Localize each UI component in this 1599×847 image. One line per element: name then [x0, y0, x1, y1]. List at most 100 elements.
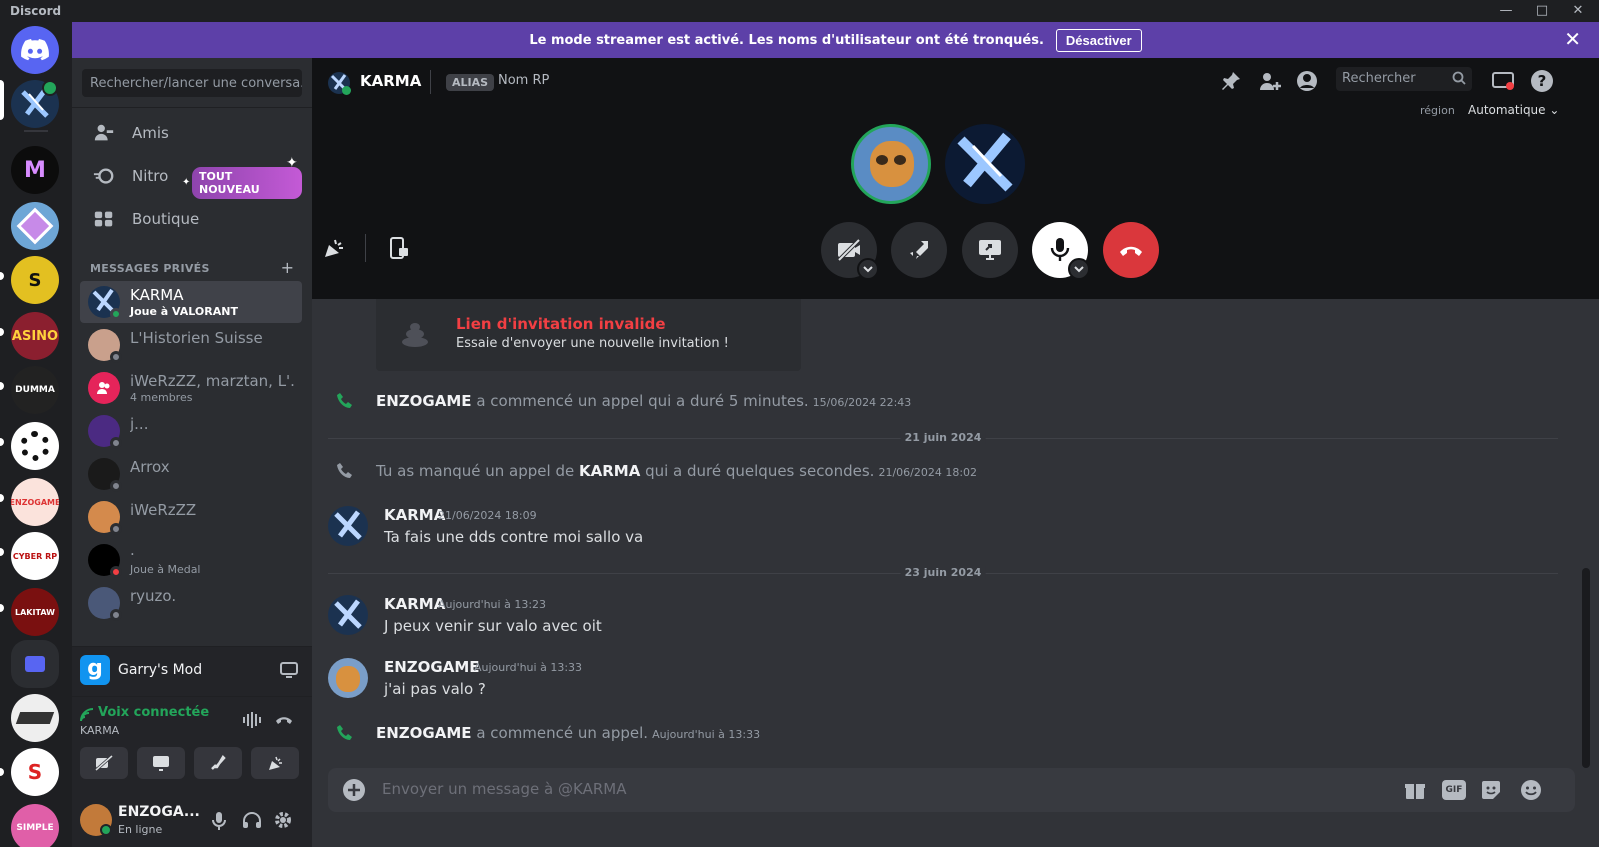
voice-soundboard-button[interactable] — [251, 747, 299, 779]
gift-icon[interactable] — [1404, 779, 1426, 805]
scrollbar[interactable] — [1582, 568, 1590, 768]
avatar[interactable] — [328, 658, 368, 698]
dm-item[interactable]: ryuzo. — [80, 582, 302, 624]
close-window-icon[interactable]: ✕ — [1563, 2, 1593, 20]
server-wolf-icon[interactable] — [11, 694, 59, 742]
app-name: Discord — [10, 4, 62, 18]
call-text: a commencé un appel. — [476, 724, 649, 742]
dm-item[interactable]: Arrox — [80, 453, 302, 495]
server-enzogame-icon[interactable]: ENZOGAME — [11, 478, 59, 526]
dm-item[interactable]: iWeRzZZ — [80, 496, 302, 538]
unread-pill — [0, 604, 4, 612]
dm-item[interactable]: j... — [80, 410, 302, 452]
call-participant-avatar[interactable] — [945, 124, 1025, 204]
voice-video-button[interactable] — [80, 747, 128, 779]
server-lakitaw-icon[interactable]: LAKITAW — [11, 588, 59, 636]
nav-label: Amis — [132, 124, 169, 142]
camera-toggle-button[interactable] — [821, 222, 879, 280]
message-author[interactable]: KARMA — [384, 595, 445, 613]
discord-home-icon[interactable] — [11, 26, 59, 74]
nav-label: Boutique — [132, 210, 200, 228]
maximize-icon[interactable]: □ — [1527, 2, 1557, 20]
noise-suppression-icon[interactable] — [242, 711, 262, 733]
main-area: KARMA ALIAS Nom RP Rechercher ? région A… — [312, 58, 1599, 847]
microphone-icon[interactable] — [211, 811, 227, 835]
dm-item[interactable]: L'Historien Suisse — [80, 324, 302, 366]
server-simple-icon[interactable]: SIMPLE — [11, 804, 59, 847]
emoji-icon[interactable] — [1520, 779, 1542, 805]
sticker-icon[interactable] — [1480, 779, 1502, 805]
call-author[interactable]: ENZOGAME — [376, 724, 472, 742]
message-author[interactable]: ENZOGAME — [384, 658, 480, 676]
status-offline-icon — [110, 609, 122, 621]
call-area: KARMA ALIAS Nom RP Rechercher ? région A… — [312, 58, 1599, 299]
nav-nitro[interactable]: Nitro TOUT NOUVEAU ✦ ✦ — [80, 155, 302, 199]
avatar[interactable] — [328, 595, 368, 635]
nav-shop[interactable]: Boutique — [80, 198, 302, 240]
user-name: ENZOGA... — [118, 804, 200, 820]
close-banner-icon[interactable]: ✕ — [1564, 29, 1581, 49]
server-casino-icon[interactable]: ASINO — [11, 312, 59, 360]
nav-friends[interactable]: Amis — [80, 112, 302, 154]
message-author[interactable]: KARMA — [384, 506, 445, 524]
chevron-down-icon[interactable] — [857, 258, 879, 280]
region-select[interactable]: Automatique ⌄ — [1468, 103, 1559, 117]
disconnect-icon[interactable] — [274, 711, 294, 731]
folder-icon[interactable] — [11, 640, 59, 688]
hang-up-button[interactable] — [1103, 222, 1159, 278]
voice-activity-button[interactable] — [194, 747, 242, 779]
chevron-down-icon[interactable] — [1068, 258, 1090, 280]
dm-search-input[interactable]: Rechercher/lancer une conversa... — [82, 69, 302, 97]
server-srp2-icon[interactable]: S — [11, 748, 59, 796]
voice-channel[interactable]: KARMA — [80, 724, 119, 737]
date-label: 23 juin 2024 — [900, 566, 986, 579]
call-participant-avatar[interactable] — [851, 124, 931, 204]
gif-icon[interactable]: GIF — [1442, 780, 1466, 800]
disable-streamer-button[interactable]: Désactiver — [1055, 28, 1142, 52]
dm-item-group[interactable]: iWeRzZZ, marztan, L'... 4 membres — [80, 367, 302, 409]
system-message-missed-call: Tu as manqué un appel de KARMA qui a dur… — [328, 460, 1578, 484]
help-icon[interactable]: ? — [1530, 69, 1554, 97]
popout-icon[interactable] — [388, 236, 410, 264]
dm-item-karma[interactable]: KARMA Joue à VALORANT — [80, 281, 302, 323]
server-cube-icon[interactable] — [11, 202, 59, 250]
timestamp: Aujourd'hui à 13:33 — [652, 728, 761, 741]
mute-button[interactable] — [1032, 222, 1090, 280]
alias-value: Nom RP — [498, 73, 550, 88]
server-dumma-icon[interactable]: DUMMA — [11, 366, 59, 414]
add-friends-icon[interactable] — [1258, 70, 1282, 96]
server-gear-icon[interactable] — [11, 422, 59, 470]
user-status: En ligne — [118, 823, 163, 836]
server-cyberrp-icon[interactable]: CYBER RP — [11, 532, 59, 580]
activity-button[interactable] — [891, 222, 947, 278]
message: ENZOGAME Aujourd'hui à 13:33 j'ai pas va… — [328, 658, 1558, 710]
header-search-input[interactable]: Rechercher — [1336, 67, 1472, 91]
status-online-icon — [342, 86, 351, 95]
date-divider: 23 juin 2024 — [328, 566, 1558, 579]
missed-author[interactable]: KARMA — [579, 462, 640, 480]
inbox-icon[interactable] — [1492, 70, 1514, 96]
soundboard-icon[interactable] — [322, 236, 346, 264]
voice-screenshare-button[interactable] — [137, 747, 185, 779]
add-attachment-icon[interactable] — [342, 778, 366, 806]
minimize-icon[interactable]: — — [1491, 2, 1521, 20]
screenshare-button[interactable] — [962, 222, 1018, 278]
message-input[interactable]: Envoyer un message à @KARMA — [382, 780, 626, 798]
message-composer[interactable]: Envoyer un message à @KARMA GIF — [328, 768, 1575, 812]
status-offline-icon — [110, 480, 122, 492]
dm-name: . — [130, 541, 135, 559]
divider — [72, 107, 312, 108]
server-muller-icon[interactable]: M — [11, 146, 59, 194]
create-dm-icon[interactable]: + — [281, 258, 294, 277]
dm-item[interactable]: . Joue à Medal — [80, 539, 302, 581]
stream-game-icon[interactable] — [280, 661, 298, 683]
pin-icon[interactable] — [1220, 70, 1242, 96]
settings-gear-icon[interactable] — [273, 810, 293, 834]
server-srp-icon[interactable]: S — [11, 256, 59, 304]
voice-status: Voix connectée — [98, 705, 210, 720]
headphones-icon[interactable] — [242, 811, 262, 833]
voice-panel: Voix connectée KARMA — [72, 696, 312, 796]
call-author[interactable]: ENZOGAME — [376, 392, 472, 410]
avatar[interactable] — [328, 506, 368, 546]
user-profile-icon[interactable] — [1296, 70, 1318, 96]
